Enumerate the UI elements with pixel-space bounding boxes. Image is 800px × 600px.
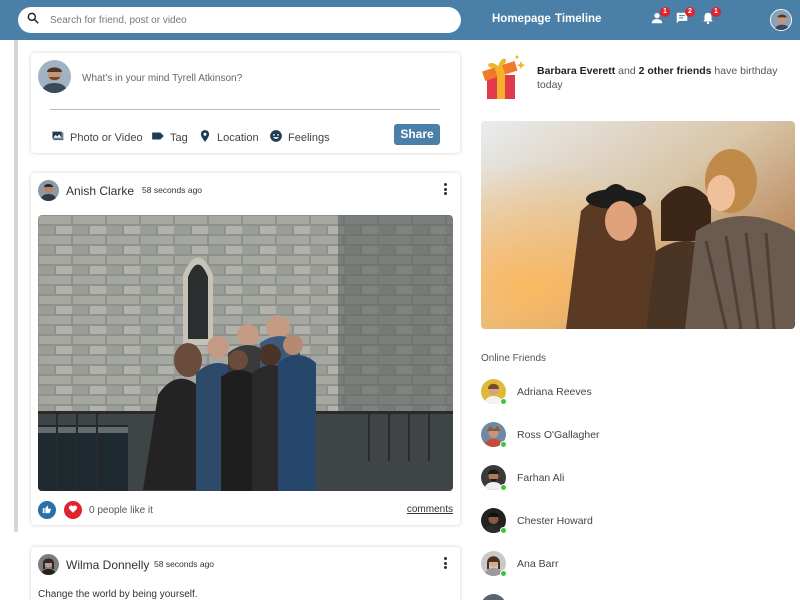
love-button[interactable] bbox=[64, 501, 82, 519]
nav-timeline-link[interactable]: Timeline bbox=[555, 13, 601, 25]
notifications-badge: 1 bbox=[711, 7, 721, 17]
more-vert-icon[interactable] bbox=[444, 183, 448, 197]
left-scrollbar[interactable] bbox=[14, 40, 18, 532]
online-friend-item[interactable]: Adriana Reeves bbox=[481, 379, 781, 407]
online-friend-item[interactable] bbox=[481, 594, 781, 600]
composer-divider bbox=[50, 109, 440, 110]
location-option[interactable]: Location bbox=[198, 129, 259, 146]
friend-name: Adriana Reeves bbox=[517, 386, 592, 398]
online-friend-item[interactable]: Ross O'Gallagher bbox=[481, 422, 781, 450]
friend-name: Ross O'Gallagher bbox=[517, 429, 600, 441]
feelings-option[interactable]: Feelings bbox=[269, 129, 330, 146]
post-timestamp: 58 seconds ago bbox=[142, 185, 203, 195]
birthday-notice: Barbara Everett and 2 other friends have… bbox=[537, 64, 797, 92]
photo-video-label: Photo or Video bbox=[70, 131, 143, 144]
post-timestamp: 58 seconds ago bbox=[154, 559, 215, 569]
tag-icon bbox=[151, 129, 170, 146]
online-status-dot bbox=[500, 527, 507, 534]
comments-link[interactable]: comments bbox=[407, 504, 453, 515]
online-friend-item[interactable]: Chester Howard bbox=[481, 508, 781, 536]
online-status-dot bbox=[500, 398, 507, 405]
photo-icon bbox=[51, 129, 70, 146]
friend-requests-badge: 1 bbox=[660, 7, 670, 17]
online-friends-title: Online Friends bbox=[481, 353, 547, 364]
search-input[interactable] bbox=[50, 14, 430, 26]
gift-icon bbox=[481, 53, 527, 101]
messages-button[interactable]: 2 bbox=[675, 7, 695, 27]
likes-count-text: 0 people like it bbox=[89, 505, 153, 516]
thumb-up-icon bbox=[42, 501, 52, 519]
post-card: Wilma Donnelly 58 seconds ago Change the… bbox=[31, 547, 460, 600]
messages-badge: 2 bbox=[685, 7, 695, 17]
heart-icon bbox=[68, 501, 78, 519]
feelings-icon bbox=[269, 129, 288, 146]
photo-video-option[interactable]: Photo or Video bbox=[51, 129, 143, 146]
birthday-and-text: and bbox=[615, 65, 639, 77]
online-status-dot bbox=[500, 570, 507, 577]
location-icon bbox=[198, 129, 217, 146]
friend-name: Farhan Ali bbox=[517, 472, 565, 484]
post-card: Anish Clarke 58 seconds ago 0 people lik… bbox=[31, 173, 460, 525]
online-status-dot bbox=[500, 441, 507, 448]
tag-label: Tag bbox=[170, 131, 188, 144]
friend-name: Chester Howard bbox=[517, 515, 593, 527]
post-author-name[interactable]: Wilma Donnelly bbox=[66, 558, 149, 572]
like-button[interactable] bbox=[38, 501, 56, 519]
search-icon bbox=[26, 11, 40, 30]
post-composer: What's in your mind Tyrell Atkinson? Pho… bbox=[31, 53, 460, 153]
location-label: Location bbox=[217, 131, 259, 144]
post-author-avatar[interactable] bbox=[38, 180, 59, 201]
profile-avatar[interactable] bbox=[770, 9, 792, 31]
composer-prompt[interactable]: What's in your mind Tyrell Atkinson? bbox=[82, 73, 242, 84]
feelings-label: Feelings bbox=[288, 131, 330, 144]
online-status-dot bbox=[500, 484, 507, 491]
friend-name: Ana Barr bbox=[517, 558, 559, 570]
online-friend-item[interactable]: Ana Barr bbox=[481, 551, 781, 579]
post-author-avatar[interactable] bbox=[38, 554, 59, 575]
post-text: Change the world by being yourself. bbox=[38, 589, 198, 600]
notifications-button[interactable]: 1 bbox=[701, 7, 721, 27]
birthday-other-friends[interactable]: 2 other friends bbox=[639, 65, 712, 77]
search-bar[interactable] bbox=[18, 7, 461, 33]
more-vert-icon[interactable] bbox=[444, 557, 448, 571]
featured-photo[interactable] bbox=[481, 121, 795, 329]
composer-avatar bbox=[38, 60, 71, 93]
nav-homepage-link[interactable]: Homepage bbox=[492, 13, 551, 25]
birthday-friend-name[interactable]: Barbara Everett bbox=[537, 65, 615, 77]
online-friend-item[interactable]: Farhan Ali bbox=[481, 465, 781, 493]
post-author-name[interactable]: Anish Clarke bbox=[66, 184, 134, 198]
share-button[interactable]: Share bbox=[394, 124, 440, 145]
friend-requests-button[interactable]: 1 bbox=[650, 7, 670, 27]
friend-avatar bbox=[481, 594, 506, 600]
post-photo[interactable] bbox=[38, 215, 453, 491]
tag-option[interactable]: Tag bbox=[151, 129, 188, 146]
top-bar: Homepage Timeline 1 2 1 bbox=[0, 0, 800, 40]
